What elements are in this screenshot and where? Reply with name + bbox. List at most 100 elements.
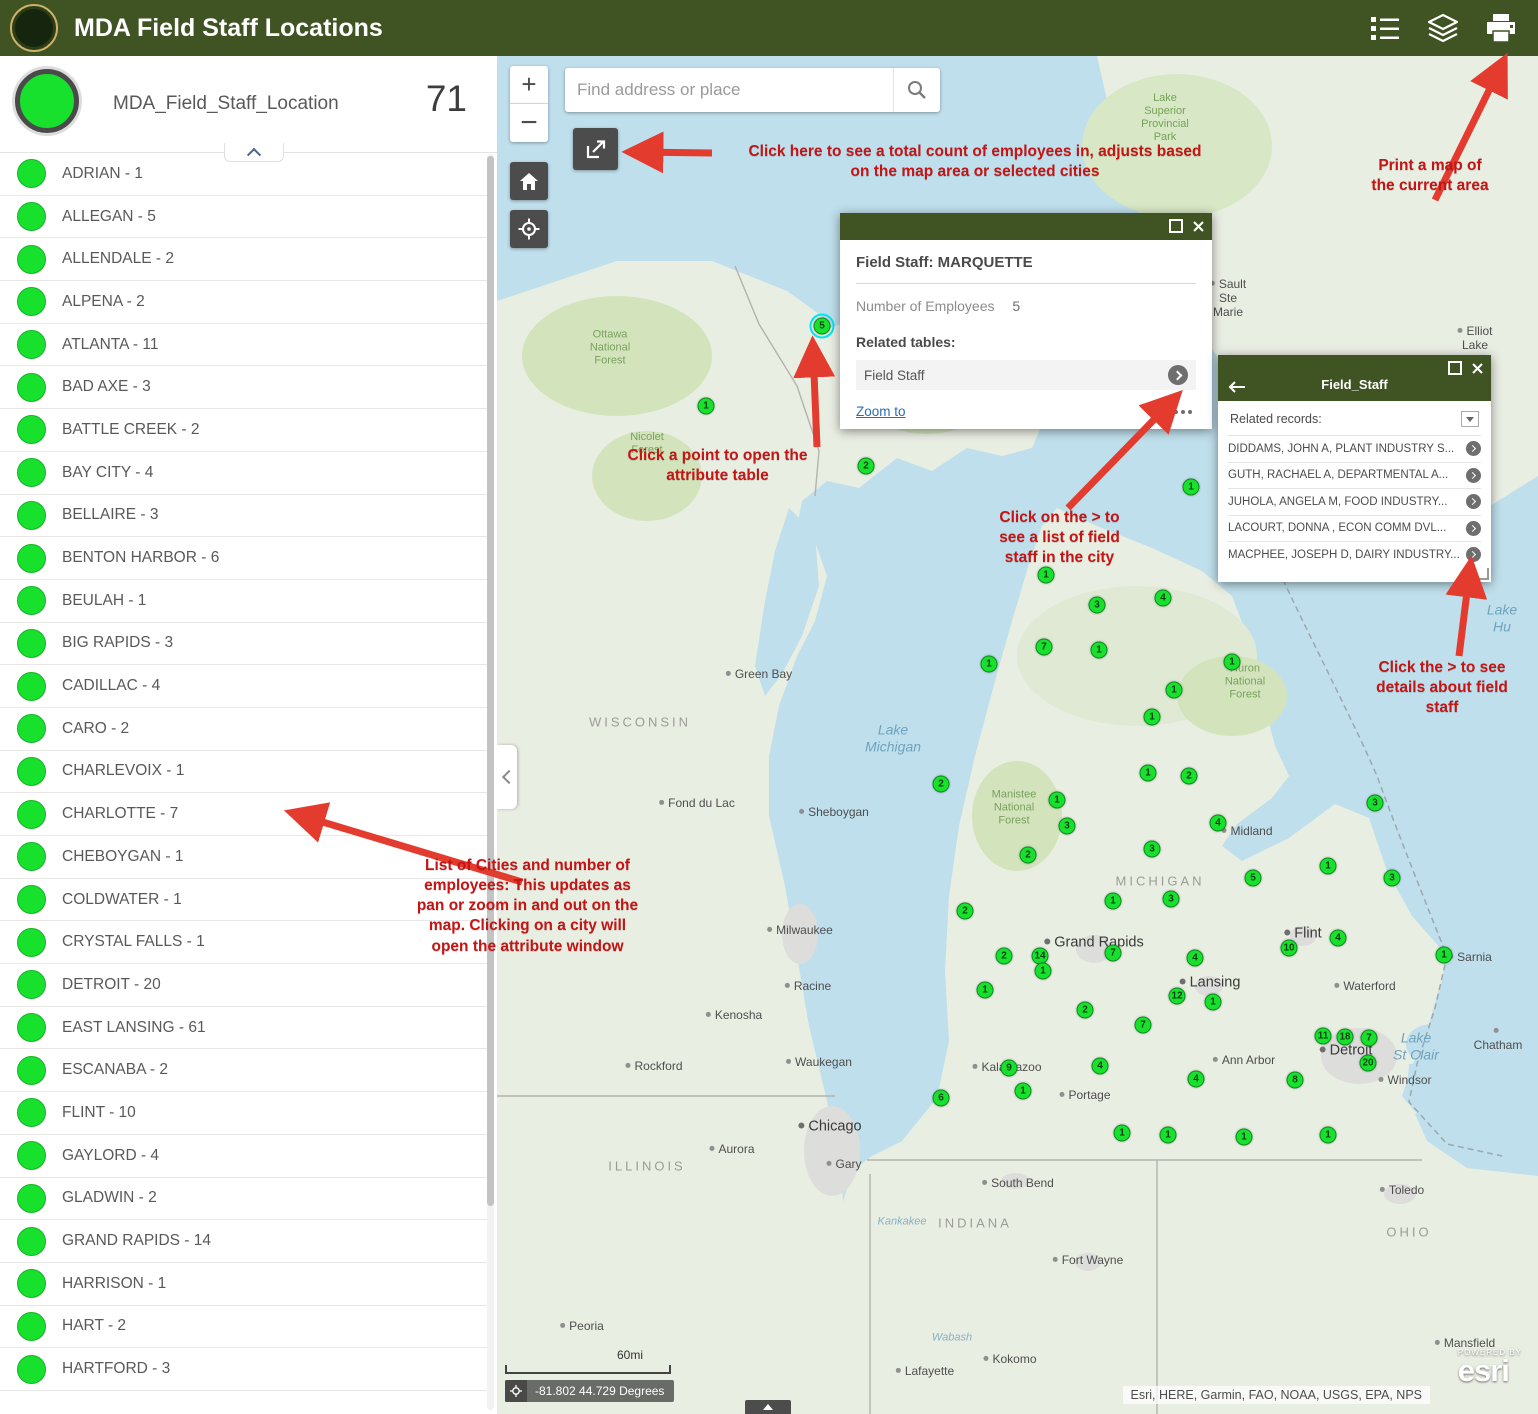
employee-count-marker[interactable]: 1 [1224, 654, 1241, 671]
dropdown-button[interactable] [1461, 411, 1479, 427]
scrollbar-thumb[interactable] [487, 156, 494, 1206]
employee-count-marker[interactable]: 1 [1160, 1127, 1177, 1144]
city-list-item[interactable]: CARO - 2 [0, 708, 487, 751]
related-record-row[interactable]: GUTH, RACHAEL A, DEPARTMENTAL A... [1228, 462, 1481, 489]
print-icon[interactable] [1484, 11, 1518, 45]
record-detail-button[interactable] [1466, 494, 1481, 509]
employee-count-marker[interactable]: 5 [1245, 870, 1262, 887]
employee-count-marker[interactable]: 1 [977, 982, 994, 999]
city-list-item[interactable]: ATLANTA - 11 [0, 324, 487, 367]
employee-count-marker[interactable]: 4 [1210, 815, 1227, 832]
employee-count-marker[interactable]: 1 [1320, 858, 1337, 875]
employee-count-marker[interactable]: 3 [1089, 597, 1106, 614]
employee-count-marker[interactable]: 2 [957, 903, 974, 920]
search-button[interactable] [893, 68, 940, 112]
employee-count-marker[interactable]: 3 [1384, 870, 1401, 887]
employee-count-marker[interactable]: 20 [1360, 1055, 1377, 1072]
collapse-header-button[interactable] [224, 143, 284, 162]
employee-count-marker[interactable]: 1 [981, 656, 998, 673]
employee-count-marker[interactable]: 1 [1105, 893, 1122, 910]
employee-count-marker[interactable]: 1 [1049, 792, 1066, 809]
employee-count-marker[interactable]: 3 [1163, 891, 1180, 908]
employee-count-marker[interactable]: 3 [1144, 841, 1161, 858]
related-record-row[interactable]: JUHOLA, ANGELA M, FOOD INDUSTRY... [1228, 488, 1481, 515]
open-related-table-button[interactable] [1168, 365, 1188, 385]
employee-count-marker[interactable]: 4 [1092, 1058, 1109, 1075]
zoom-to-link[interactable]: Zoom to [856, 404, 906, 419]
city-list-item[interactable]: ALLENDALE - 2 [0, 238, 487, 281]
employee-count-marker[interactable]: 4 [1155, 590, 1172, 607]
city-list-item[interactable]: FLINT - 10 [0, 1092, 487, 1135]
employee-count-marker[interactable]: 1 [1035, 963, 1052, 980]
employee-count-marker[interactable]: 4 [1330, 930, 1347, 947]
city-list-item[interactable]: ALPENA - 2 [0, 281, 487, 324]
attribute-table-open-tab[interactable] [745, 1400, 791, 1414]
city-list-item[interactable]: HARRISON - 1 [0, 1263, 487, 1306]
city-list-item[interactable]: GRAND RAPIDS - 14 [0, 1220, 487, 1263]
employee-count-marker[interactable]: 3 [1059, 818, 1076, 835]
employee-count-marker[interactable]: 1 [1320, 1127, 1337, 1144]
city-list-item[interactable]: DETROIT - 20 [0, 964, 487, 1007]
employee-count-marker[interactable]: 3 [1367, 795, 1384, 812]
employee-count-marker[interactable]: 1 [698, 398, 715, 415]
employee-count-marker[interactable]: 1 [1038, 567, 1055, 584]
employee-count-marker[interactable]: 2 [1020, 847, 1037, 864]
employee-count-marker[interactable]: 11 [1315, 1028, 1332, 1045]
city-list-item[interactable]: EAST LANSING - 61 [0, 1007, 487, 1050]
employee-count-marker[interactable]: 2 [858, 458, 875, 475]
record-detail-button[interactable] [1466, 468, 1481, 483]
employee-count-marker[interactable]: 12 [1169, 988, 1186, 1005]
sidebar-scrollbar[interactable] [487, 154, 494, 1410]
employee-count-marker[interactable]: 8 [1287, 1072, 1304, 1089]
employee-count-marker[interactable]: 4 [1188, 1071, 1205, 1088]
employee-count-marker[interactable]: 1 [1091, 642, 1108, 659]
city-list-item[interactable]: BAD AXE - 3 [0, 366, 487, 409]
employee-count-marker[interactable]: 1 [1166, 682, 1183, 699]
employee-count-marker[interactable]: 2 [933, 776, 950, 793]
related-record-row[interactable]: LACOURT, DONNA , ECON COMM DVL... [1228, 515, 1481, 542]
employee-count-marker[interactable]: 5 [814, 318, 831, 335]
close-icon[interactable] [1472, 363, 1483, 374]
city-list-item[interactable]: GLADWIN - 2 [0, 1178, 487, 1221]
zoom-in-button[interactable]: + [510, 66, 548, 104]
related-table-row[interactable]: Field Staff [856, 360, 1196, 390]
employee-count-marker[interactable]: 7 [1105, 945, 1122, 962]
record-detail-button[interactable] [1466, 441, 1481, 456]
city-list-item[interactable]: ESCANABA - 2 [0, 1049, 487, 1092]
city-list-item[interactable]: BATTLE CREEK - 2 [0, 409, 487, 452]
employee-count-marker[interactable]: 2 [1077, 1002, 1094, 1019]
employee-count-marker[interactable]: 1 [1436, 947, 1453, 964]
close-icon[interactable] [1193, 221, 1204, 232]
crosshair-icon[interactable] [505, 1380, 527, 1402]
city-list-item[interactable]: BAY CITY - 4 [0, 452, 487, 495]
employee-count-marker[interactable]: 1 [1144, 709, 1161, 726]
employee-count-marker[interactable]: 1 [1183, 479, 1200, 496]
more-options-icon[interactable] [1174, 410, 1196, 414]
record-detail-button[interactable] [1466, 521, 1481, 536]
city-list-item[interactable]: BELLAIRE - 3 [0, 495, 487, 538]
employee-count-marker[interactable]: 1 [1140, 765, 1157, 782]
search-input[interactable] [565, 70, 893, 110]
city-list-item[interactable]: GAYLORD - 4 [0, 1135, 487, 1178]
employee-count-marker[interactable]: 10 [1281, 940, 1298, 957]
city-list-item[interactable]: HARTFORD - 3 [0, 1348, 487, 1391]
city-list-item[interactable]: BEULAH - 1 [0, 580, 487, 623]
employee-count-marker[interactable]: 1 [1114, 1125, 1131, 1142]
employee-count-marker[interactable]: 1 [1015, 1083, 1032, 1100]
maximize-icon[interactable] [1169, 219, 1183, 233]
layers-icon[interactable] [1426, 11, 1460, 45]
related-record-row[interactable]: MACPHEE, JOSEPH D, DAIRY INDUSTRY... [1228, 541, 1481, 568]
city-list-item[interactable]: CHARLOTTE - 7 [0, 793, 487, 836]
city-list-item[interactable]: BIG RAPIDS - 3 [0, 623, 487, 666]
employee-count-marker[interactable]: 18 [1337, 1029, 1354, 1046]
zoom-out-button[interactable]: − [510, 104, 548, 142]
legend-icon[interactable] [1368, 11, 1402, 45]
sidebar-collapse-handle[interactable] [497, 745, 517, 809]
city-list-item[interactable]: CADILLAC - 4 [0, 665, 487, 708]
city-list-item[interactable]: HART - 2 [0, 1306, 487, 1349]
employee-count-marker[interactable]: 1 [1236, 1129, 1253, 1146]
city-list-item[interactable]: ALLEGAN - 5 [0, 196, 487, 239]
resize-handle[interactable] [1477, 568, 1489, 580]
employee-count-marker[interactable]: 4 [1187, 950, 1204, 967]
city-list-item[interactable]: CHARLEVOIX - 1 [0, 751, 487, 794]
